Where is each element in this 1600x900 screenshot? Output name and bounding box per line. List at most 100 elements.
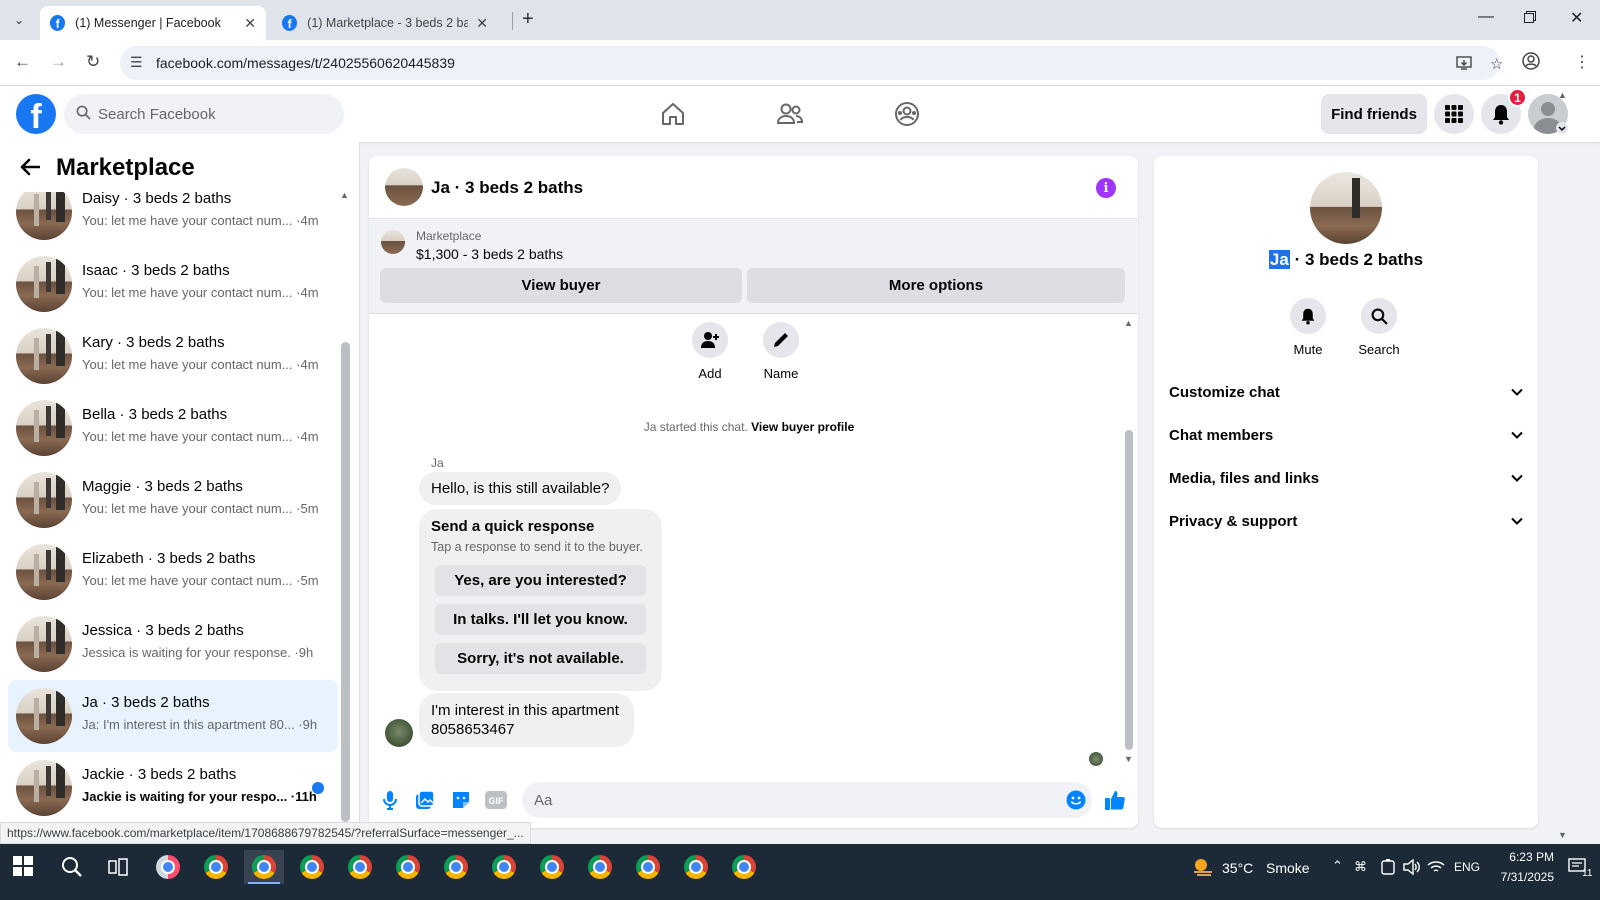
clock-date[interactable]: 7/31/2025	[1478, 870, 1554, 884]
search-input[interactable]	[98, 94, 338, 134]
page-scroll-up-icon[interactable]: ▲	[1558, 90, 1567, 100]
chat-avatar[interactable]	[385, 168, 423, 206]
windows-start-icon[interactable]	[13, 856, 33, 876]
chrome-taskbar-icon[interactable]	[484, 850, 524, 884]
buyer-avatar[interactable]	[385, 719, 413, 747]
close-tab-icon[interactable]: ✕	[244, 15, 256, 32]
taskbar-app-icon[interactable]	[148, 850, 188, 884]
more-options-button[interactable]: More options	[747, 268, 1125, 303]
back-arrow-icon[interactable]: ←	[14, 52, 31, 72]
sidebar-scrollbar[interactable]	[341, 342, 350, 822]
friends-icon[interactable]	[770, 98, 810, 130]
clock-time[interactable]: 6:23 PM	[1478, 850, 1554, 864]
list-item[interactable]: Isaac · 3 beds 2 baths You: let me have …	[8, 248, 338, 320]
task-view-icon[interactable]	[98, 850, 138, 884]
facebook-search[interactable]	[64, 94, 344, 134]
find-friends-button[interactable]: Find friends	[1321, 94, 1427, 134]
chrome-taskbar-icon[interactable]	[676, 850, 716, 884]
list-item[interactable]: Maggie · 3 beds 2 baths You: let me have…	[8, 464, 338, 536]
chrome-taskbar-icon[interactable]	[340, 850, 380, 884]
chrome-taskbar-icon[interactable]	[724, 850, 764, 884]
weather-icon[interactable]	[1188, 850, 1218, 884]
battery-icon[interactable]	[1376, 850, 1400, 884]
language-indicator[interactable]: ENG	[1454, 860, 1480, 874]
tab-messenger[interactable]: f (1) Messenger | Facebook ✕	[40, 6, 266, 40]
account-chevron-icon[interactable]	[1556, 122, 1568, 134]
message-bubble[interactable]: Hello, is this still available?	[419, 472, 622, 505]
microphone-icon[interactable]	[378, 788, 402, 812]
view-buyer-profile-link[interactable]: View buyer profile	[751, 420, 854, 434]
input-method-icon[interactable]: ⌘	[1354, 859, 1367, 875]
thumbs-up-icon[interactable]	[1103, 788, 1127, 812]
back-arrow-icon[interactable]	[20, 156, 41, 182]
quick-response-button[interactable]: Sorry, it's not available.	[435, 643, 646, 674]
gif-icon[interactable]: GIF	[484, 788, 508, 812]
list-item[interactable]: Elizabeth · 3 beds 2 baths You: let me h…	[8, 536, 338, 608]
chat-scrollbar[interactable]	[1125, 430, 1133, 750]
message-input[interactable]	[534, 782, 1044, 818]
site-settings-icon[interactable]: ☰	[130, 54, 143, 71]
chrome-taskbar-icon[interactable]	[388, 850, 428, 884]
privacy-support-section[interactable]: Privacy & support	[1169, 503, 1524, 539]
chrome-taskbar-icon[interactable]	[292, 850, 332, 884]
conversation-avatar[interactable]	[1310, 172, 1382, 244]
reload-icon[interactable]: ↻	[86, 52, 100, 72]
customize-chat-section[interactable]: Customize chat	[1169, 374, 1524, 410]
quick-response-button[interactable]: In talks. I'll let you know.	[435, 604, 646, 635]
view-buyer-button[interactable]: View buyer	[380, 268, 742, 303]
list-item[interactable]: Jessica · 3 beds 2 baths Jessica is wait…	[8, 608, 338, 680]
tab-marketplace[interactable]: f (1) Marketplace - 3 beds 2 baths ✕	[272, 6, 498, 40]
taskbar-search-icon[interactable]	[52, 850, 92, 884]
listing-price[interactable]: $1,300 - 3 beds 2 baths	[416, 246, 563, 262]
minimize-window-icon[interactable]: —	[1478, 8, 1494, 26]
chrome-taskbar-icon[interactable]	[436, 850, 476, 884]
add-person-button[interactable]: Add	[685, 322, 735, 381]
chrome-taskbar-icon[interactable]	[580, 850, 620, 884]
forward-arrow-icon[interactable]: →	[50, 52, 67, 72]
wifi-icon[interactable]	[1424, 850, 1448, 884]
emoji-icon[interactable]	[1064, 788, 1088, 812]
new-tab-button[interactable]: +	[522, 8, 534, 31]
search-in-conversation-button[interactable]: Search	[1349, 298, 1409, 357]
chat-members-section[interactable]: Chat members	[1169, 417, 1524, 453]
menu-grid-icon[interactable]	[1434, 94, 1474, 134]
sticker-icon[interactable]	[449, 788, 473, 812]
close-window-icon[interactable]: ✕	[1570, 8, 1583, 28]
page-scroll-down-icon[interactable]: ▼	[1558, 830, 1567, 840]
tab-search-chevron-icon[interactable]: ⌄	[6, 8, 32, 32]
chrome-taskbar-icon[interactable]	[628, 850, 668, 884]
scroll-up-arrow-icon[interactable]: ▲	[1124, 318, 1133, 328]
restore-window-icon[interactable]	[1524, 10, 1536, 28]
close-tab-icon[interactable]: ✕	[476, 15, 488, 32]
list-item[interactable]: Jackie · 3 beds 2 baths Jackie is waitin…	[8, 752, 338, 824]
list-item-selected[interactable]: Ja · 3 beds 2 baths Ja: I'm interest in …	[8, 680, 338, 752]
message-bubble[interactable]: I'm interest in this apartment 805865346…	[419, 693, 634, 747]
quick-response-button[interactable]: Yes, are you interested?	[435, 565, 646, 596]
browser-menu-icon[interactable]: ⋮	[1574, 52, 1590, 72]
photo-icon[interactable]	[413, 788, 437, 812]
edit-name-button[interactable]: Name	[756, 322, 806, 381]
chrome-taskbar-icon[interactable]	[196, 850, 236, 884]
message-input-wrapper[interactable]	[522, 782, 1092, 818]
chrome-taskbar-icon[interactable]	[532, 850, 572, 884]
volume-icon[interactable]	[1400, 850, 1424, 884]
chat-title[interactable]: Ja · 3 beds 2 baths	[431, 178, 583, 198]
info-icon[interactable]: i	[1096, 178, 1116, 198]
profile-icon[interactable]	[1522, 52, 1540, 75]
list-item[interactable]: Bella · 3 beds 2 baths You: let me have …	[8, 392, 338, 464]
weather-condition[interactable]: Smoke	[1266, 860, 1310, 876]
media-files-links-section[interactable]: Media, files and links	[1169, 460, 1524, 496]
bookmark-star-icon[interactable]: ☆	[1490, 55, 1503, 73]
notification-center-icon[interactable]: 11	[1562, 850, 1596, 884]
list-item[interactable]: Kary · 3 beds 2 baths You: let me have y…	[8, 320, 338, 392]
chrome-taskbar-icon[interactable]	[244, 850, 284, 884]
scroll-down-arrow-icon[interactable]: ▼	[1124, 754, 1133, 764]
mute-button[interactable]: Mute	[1278, 298, 1338, 357]
address-bar[interactable]: ☰ facebook.com/messages/t/24025560620445…	[120, 46, 1503, 80]
groups-icon[interactable]	[887, 98, 927, 130]
facebook-logo[interactable]: f	[16, 94, 56, 134]
tray-chevron-up-icon[interactable]: ⌃	[1332, 858, 1343, 874]
home-icon[interactable]	[653, 98, 693, 130]
install-app-icon[interactable]	[1456, 55, 1472, 75]
weather-temp[interactable]: 35°C	[1222, 860, 1253, 876]
